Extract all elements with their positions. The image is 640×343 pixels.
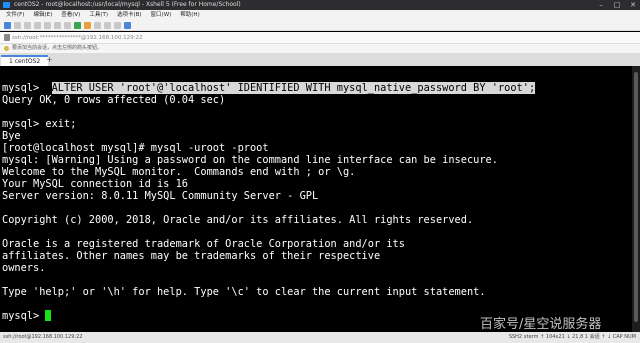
menu-item[interactable]: 编辑(E) bbox=[33, 10, 52, 20]
terminal-line: Oracle is a registered trademark of Orac… bbox=[2, 238, 405, 250]
address-input[interactable] bbox=[12, 33, 612, 42]
terminal-line: [root@localhost mysql]# mysql -uroot -pr… bbox=[2, 142, 269, 154]
tab-centos2[interactable]: 1 centOS2 bbox=[1, 55, 49, 66]
selected-command[interactable]: ALTER USER 'root'@'localhost' IDENTIFIED… bbox=[51, 82, 536, 94]
watermark: 百家号/星空说服务器 bbox=[480, 317, 602, 332]
terminal-output[interactable]: mysql> ALTER USER 'root'@'localhost' IDE… bbox=[0, 66, 632, 332]
minimize-icon[interactable]: – bbox=[596, 0, 606, 10]
status-connection: ssh://root@192.168.100.129:22 bbox=[3, 334, 83, 340]
copy-icon[interactable] bbox=[44, 21, 51, 29]
hint-bar: 要添加当前会话，点击左侧的箭头按钮。 bbox=[0, 44, 640, 54]
reconnect-icon[interactable] bbox=[34, 21, 41, 29]
terminal-line: Copyright (c) 2000, 2018, Oracle and/or … bbox=[2, 214, 474, 226]
menu-item[interactable]: 帮助(H) bbox=[180, 10, 199, 20]
cursor-block bbox=[45, 310, 52, 321]
maximize-icon[interactable]: □ bbox=[612, 0, 622, 10]
terminal-prompt: mysql> bbox=[2, 82, 52, 94]
terminal-line: Query OK, 0 rows affected (0.04 sec) bbox=[2, 94, 226, 106]
terminal-scrollbar[interactable] bbox=[632, 66, 640, 332]
lock-icon bbox=[4, 34, 10, 41]
menu-item[interactable]: 窗口(W) bbox=[151, 10, 172, 20]
toolbar bbox=[0, 20, 640, 31]
xftp-icon[interactable] bbox=[74, 21, 81, 29]
scrollbar-thumb[interactable] bbox=[634, 72, 638, 322]
disconnect-icon[interactable] bbox=[24, 21, 31, 29]
menu-bar: 文件(F) 编辑(E) 查看(V) 工具(T) 选项卡(B) 窗口(W) 帮助(H) bbox=[0, 10, 640, 20]
terminal-line: Welcome to the MySQL monitor. Commands e… bbox=[2, 166, 356, 178]
keyboard-icon[interactable] bbox=[114, 21, 121, 29]
paste-icon[interactable] bbox=[54, 21, 61, 29]
window-title: centOS2 - root@localhost:/usr/local/mysq… bbox=[14, 1, 241, 8]
xshell-app-icon bbox=[3, 2, 10, 8]
terminal-line: affiliates. Other names may be trademark… bbox=[2, 250, 381, 262]
add-tab-button[interactable]: + bbox=[46, 55, 53, 65]
session-tab-bar: 1 centOS2 + bbox=[0, 54, 640, 66]
address-bar bbox=[0, 32, 640, 44]
terminal-line: mysql: [Warning] Using a password on the… bbox=[2, 154, 498, 166]
terminal-line: Type 'help;' or '\h' for help. Type '\c'… bbox=[2, 286, 486, 298]
help-icon[interactable] bbox=[124, 21, 131, 29]
menu-item[interactable]: 选项卡(B) bbox=[117, 10, 142, 20]
close-icon[interactable]: ✕ bbox=[628, 0, 638, 10]
terminal-line: mysql> exit; bbox=[2, 118, 77, 130]
terminal-input-line[interactable]: mysql> bbox=[2, 310, 52, 322]
terminal-prompt: mysql> bbox=[2, 310, 46, 322]
open-folder-icon[interactable] bbox=[14, 21, 21, 29]
new-session-icon[interactable] bbox=[4, 21, 11, 29]
status-bar: ssh://root@192.168.100.129:22 SSH2 xterm… bbox=[0, 332, 640, 343]
menu-item[interactable]: 查看(V) bbox=[61, 10, 80, 20]
menu-item[interactable]: 工具(T) bbox=[89, 10, 108, 20]
terminal-line: owners. bbox=[2, 262, 46, 274]
find-icon[interactable] bbox=[64, 21, 71, 29]
terminal-line: Your MySQL connection id is 16 bbox=[2, 178, 188, 190]
hint-text: 要添加当前会话，点击左侧的箭头按钮。 bbox=[12, 45, 103, 51]
terminal-line: Server version: 8.0.11 MySQL Community S… bbox=[2, 190, 319, 202]
font-icon[interactable] bbox=[84, 21, 91, 29]
title-bar: centOS2 - root@localhost:/usr/local/mysq… bbox=[0, 0, 640, 10]
lock-icon[interactable] bbox=[104, 21, 111, 29]
terminal-line: Bye bbox=[2, 130, 21, 142]
terminal-line: mysql> ALTER USER 'root'@'localhost' IDE… bbox=[2, 82, 536, 94]
fullscreen-icon[interactable] bbox=[94, 21, 101, 29]
menu-item[interactable]: 文件(F) bbox=[6, 10, 24, 20]
status-info: SSH2 xterm ↑ 104x21 ↓ 21,8 1 会话 ↑ ↓ CAP … bbox=[508, 334, 636, 340]
info-icon bbox=[4, 46, 9, 51]
